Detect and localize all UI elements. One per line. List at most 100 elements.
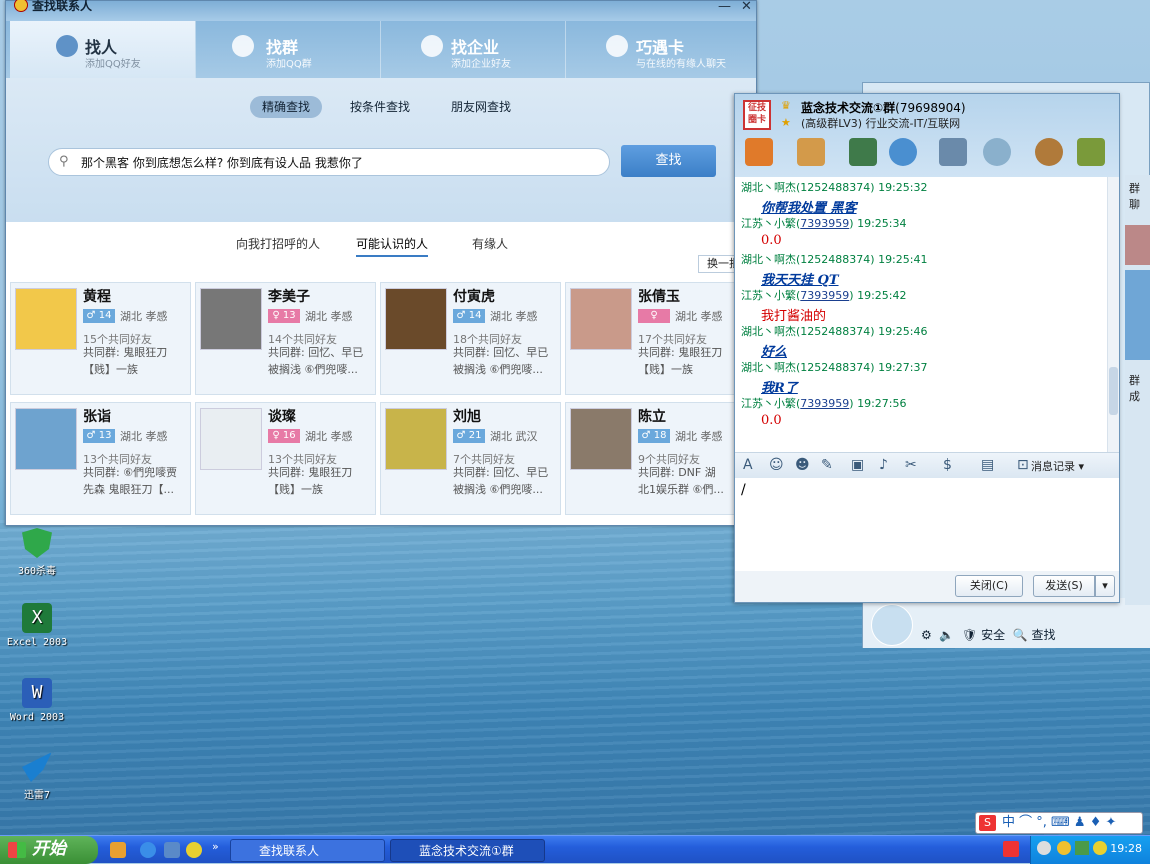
person-name[interactable]: 李美子 xyxy=(268,286,310,306)
font-icon[interactable]: A xyxy=(743,457,753,473)
mode-friend-network[interactable]: 朋友网查找 xyxy=(439,96,523,118)
music-icon[interactable]: ♪ xyxy=(879,457,888,473)
subtab-fate[interactable]: 有缘人 xyxy=(472,235,508,252)
volume-icon[interactable]: 🔈 xyxy=(939,628,954,642)
person-name[interactable]: 陈立 xyxy=(638,406,666,426)
qq-penguin-icon[interactable] xyxy=(871,604,913,646)
mode-condition[interactable]: 按条件查找 xyxy=(338,96,422,118)
emoji-icon[interactable]: ☺ xyxy=(769,457,784,473)
group-notice-icon[interactable] xyxy=(939,138,967,166)
person-card[interactable]: 张倩玉 ♀ 湖北 孝感 17个共同好友 共同群: 鬼眼狂刀 【贱】一族 xyxy=(565,282,746,395)
avatar[interactable] xyxy=(15,408,77,470)
tab-find-group[interactable]: 找群 添加QQ群 xyxy=(195,21,380,78)
close-icon[interactable]: ✕ xyxy=(741,0,752,14)
security-icon[interactable]: 🛡 xyxy=(962,628,977,642)
home-icon[interactable] xyxy=(745,138,773,166)
image-icon[interactable]: ▣ xyxy=(851,457,864,473)
person-name[interactable]: 付寅虎 xyxy=(453,286,495,306)
tv-icon[interactable] xyxy=(1077,138,1105,166)
avatar[interactable] xyxy=(15,288,77,350)
avatar[interactable] xyxy=(570,288,632,350)
person-card[interactable]: 张诣 ♂ 13 湖北 孝感 13个共同好友 共同群: ⑥們兜嘜贾 先森 鬼眼狂刀【... xyxy=(10,402,191,515)
folder-share-icon[interactable] xyxy=(797,138,825,166)
clock: 19:28 xyxy=(1110,842,1142,855)
search-icon[interactable]: 🔍 xyxy=(1013,628,1028,642)
screen-icon[interactable]: ▤ xyxy=(981,457,994,473)
add-icon[interactable] xyxy=(186,842,202,858)
message-header: 湖北丶啊杰(1252488374) 19:25:41 xyxy=(741,253,928,266)
search-input[interactable]: ⚲ 那个黑客 你到底想怎么样? 你到底有设人品 我惹你了 xyxy=(48,148,610,176)
person-card[interactable]: 黄程 ♂ 14 湖北 孝感 15个共同好友 共同群: 鬼眼狂刀 【贱】一族 xyxy=(10,282,191,395)
edit-icon[interactable]: ✎ xyxy=(821,457,833,473)
tab-sub: 添加QQ好友 xyxy=(85,59,141,70)
desktop-icon-xunlei[interactable]: 迅雷7 xyxy=(4,752,70,801)
send-button[interactable]: 发送(S) xyxy=(1033,575,1095,597)
close-button[interactable]: 关闭(C) xyxy=(955,575,1023,597)
tray-chevron-icon[interactable] xyxy=(1037,841,1051,855)
subtab-greeted[interactable]: 向我打招呼的人 xyxy=(236,235,320,252)
message-input[interactable]: / xyxy=(735,478,1119,572)
microphone-icon[interactable] xyxy=(889,138,917,166)
dollar-icon[interactable]: $ xyxy=(943,457,952,473)
send-options-chevron-icon[interactable]: ▾ xyxy=(1095,575,1115,597)
desktop-icon-excel[interactable]: X Excel 2003 xyxy=(4,603,70,648)
mode-exact[interactable]: 精确查找 xyxy=(250,96,323,118)
group-logo[interactable]: 征技 圈卡 xyxy=(743,100,771,130)
search-button[interactable]: 查找 xyxy=(621,145,716,177)
desktop-icon-word[interactable]: W Word 2003 xyxy=(4,678,70,723)
qq-tray-icon[interactable] xyxy=(1057,841,1071,855)
gear-icon[interactable]: ⚙ xyxy=(921,628,932,642)
task-find-contacts[interactable]: 查找联系人 xyxy=(230,839,385,862)
avatar[interactable] xyxy=(200,408,262,470)
find-button[interactable]: 查找 xyxy=(1032,628,1056,642)
person-name[interactable]: 黄程 xyxy=(83,286,111,306)
gender-icon: ♀ xyxy=(272,310,280,321)
start-button[interactable]: 开始 xyxy=(0,836,98,864)
history-button[interactable]: 消息记录 ▾ xyxy=(1031,458,1084,474)
album-icon[interactable] xyxy=(849,138,877,166)
sender-id-link[interactable]: 7393959 xyxy=(800,397,849,410)
chevron-icon[interactable]: » xyxy=(212,840,219,853)
tab-encounter-card[interactable]: 巧遇卡 与在线的有缘人聊天 xyxy=(565,21,750,78)
tab-find-people[interactable]: 找人 添加QQ好友 xyxy=(10,21,195,78)
tray-add-icon[interactable] xyxy=(1093,841,1107,855)
age-value: 21 xyxy=(468,430,482,441)
person-name[interactable]: 刘旭 xyxy=(453,406,481,426)
minimize-icon[interactable]: — xyxy=(718,0,731,14)
security-button[interactable]: 安全 xyxy=(981,628,1005,642)
avatar[interactable] xyxy=(385,288,447,350)
magic-emoji-icon[interactable]: ☻ xyxy=(795,457,810,473)
ie-icon[interactable] xyxy=(140,842,156,858)
sender-id-link[interactable]: 7393959 xyxy=(800,289,849,302)
person-card[interactable]: 刘旭 ♂ 21 湖北 武汉 7个共同好友 共同群: 回忆、早已 被搁浅 ⑥們兜嘜... xyxy=(380,402,561,515)
task-group-chat[interactable]: 蓝念技术交流①群 xyxy=(390,839,545,862)
coffee-icon[interactable] xyxy=(1035,138,1063,166)
sender-id-link[interactable]: 7393959 xyxy=(800,217,849,230)
sogou-tray-icon[interactable] xyxy=(1003,841,1019,857)
scroll-thumb[interactable] xyxy=(1109,367,1118,415)
scissors-icon[interactable]: ✂ xyxy=(905,457,917,473)
person-name[interactable]: 张诣 xyxy=(83,406,111,426)
desktop-icon-360[interactable]: 360杀毒 xyxy=(4,528,70,577)
avatar[interactable] xyxy=(200,288,262,350)
message-scrollbar[interactable] xyxy=(1107,177,1119,457)
person-name[interactable]: 张倩玉 xyxy=(638,286,680,306)
network-icon[interactable] xyxy=(1075,841,1089,855)
history-label: 消息记录 xyxy=(1031,460,1075,473)
person-card[interactable]: 李美子 ♀ 13 湖北 孝感 14个共同好友 共同群: 回忆、早已 被搁浅 ⑥們兜嘜... xyxy=(195,282,376,395)
person-card[interactable]: 谈璨 ♀ 16 湖北 孝感 13个共同好友 共同群: 鬼眼狂刀 【贱】一族 xyxy=(195,402,376,515)
person-location: 湖北 孝感 xyxy=(490,310,538,323)
common-groups: 共同群: 回忆、早已 xyxy=(453,466,549,479)
avatar[interactable] xyxy=(570,408,632,470)
subtab-may-know[interactable]: 可能认识的人 xyxy=(356,235,429,257)
quicklaunch-icon[interactable] xyxy=(164,842,180,858)
person-name[interactable]: 谈璨 xyxy=(268,406,296,426)
webcam-icon[interactable] xyxy=(983,138,1011,166)
person-card[interactable]: 陈立 ♂ 18 湖北 孝感 9个共同好友 共同群: DNF 湖北1娱乐群 ⑥們... xyxy=(565,402,746,515)
quicklaunch-app-icon[interactable] xyxy=(110,842,126,858)
star-icon: ★ xyxy=(781,116,791,129)
person-card[interactable]: 付寅虎 ♂ 14 湖北 孝感 18个共同好友 共同群: 回忆、早已 被搁浅 ⑥們兜嘜... xyxy=(380,282,561,395)
tab-find-company[interactable]: 找企业 添加企业好友 xyxy=(380,21,565,78)
avatar[interactable] xyxy=(385,408,447,470)
ime-toolbar[interactable]: S 中 ⌒ °, ⌨ ♟ ♦ ✦ xyxy=(975,812,1143,834)
